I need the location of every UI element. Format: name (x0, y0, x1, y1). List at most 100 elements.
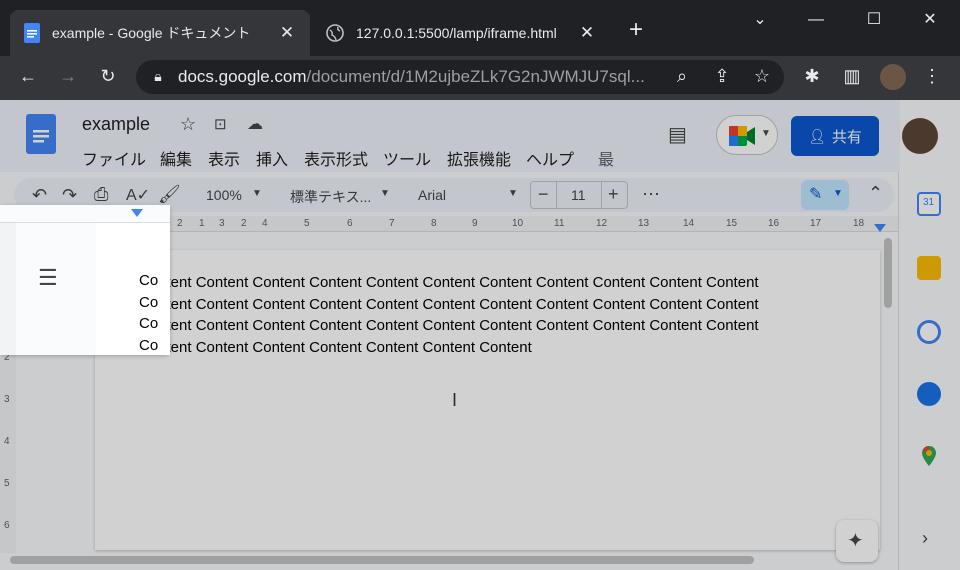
horizontal-scrollbar[interactable] (10, 556, 754, 564)
comment-history-icon[interactable]: ▤ (668, 122, 687, 147)
ruler-number: 12 (596, 218, 608, 229)
maximize-icon[interactable]: ☐ (846, 0, 902, 40)
zoom-icon[interactable]: ⌕ (668, 62, 696, 90)
docs-logo-icon[interactable] (26, 114, 56, 154)
move-folder-icon[interactable]: ⊡ (214, 115, 227, 133)
close-window-icon[interactable]: ✕ (902, 0, 958, 40)
ruler-number: 15 (726, 218, 738, 229)
google-docs-icon (24, 23, 40, 43)
paint-format-icon[interactable]: 🖌︎ (158, 184, 181, 205)
collapse-menus-icon[interactable]: ⌃ (868, 183, 883, 204)
account-avatar[interactable] (902, 118, 938, 154)
increase-font-size-button[interactable]: + (608, 184, 619, 205)
url-host: docs.google.com (178, 67, 307, 86)
font-size-input[interactable]: 11 (571, 187, 586, 203)
tasks-icon[interactable] (917, 320, 941, 344)
outline-page-edge (96, 223, 170, 355)
menu-edit[interactable]: 編集 (160, 146, 192, 170)
tab-iframe[interactable]: 127.0.0.1:5500/lamp/iframe.html ✕ (312, 10, 610, 56)
contacts-icon[interactable] (917, 382, 941, 406)
extensions-icon[interactable]: ✱ (798, 62, 826, 90)
forward-icon[interactable]: → (54, 62, 82, 90)
tab-strip: example - Google ドキュメント ✕ 127.0.0.1:5500… (0, 0, 960, 56)
maps-icon[interactable] (917, 444, 941, 468)
menu-view[interactable]: 表示 (208, 146, 240, 170)
lock-icon[interactable]: 🔒︎ (144, 62, 172, 90)
editing-mode-button[interactable]: ✎ ▼ (801, 180, 849, 210)
chevron-right-icon[interactable]: › (922, 528, 928, 549)
ruler-number: 11 (554, 218, 565, 229)
outline-icon[interactable]: ☰ (38, 265, 58, 291)
bookmark-star-icon[interactable]: ☆ (748, 62, 776, 90)
zoom-select[interactable]: 100% (206, 187, 242, 203)
more-options-button[interactable]: ⋯ (642, 184, 660, 205)
star-icon[interactable]: ☆ (180, 114, 196, 135)
menu-tools[interactable]: ツール (383, 146, 431, 170)
tab-google-docs[interactable]: example - Google ドキュメント ✕ (10, 10, 310, 56)
google-meet-icon (729, 126, 755, 146)
side-panel-icon[interactable]: ▥ (838, 62, 866, 90)
print-icon[interactable]: ⎙ (94, 184, 108, 205)
ruler-number: 17 (810, 218, 822, 229)
document-body[interactable]: Content Content Content Content Content … (139, 272, 839, 358)
vertical-scrollbar[interactable] (884, 238, 892, 308)
menu-file[interactable]: ファイル (82, 146, 146, 170)
profile-avatar[interactable] (880, 64, 906, 90)
ruler-number: 9 (472, 218, 478, 229)
ruler-number: 1 (199, 218, 205, 229)
decrease-font-size-button[interactable]: − (538, 184, 549, 205)
close-tab-icon[interactable]: ✕ (278, 23, 296, 43)
share-page-icon[interactable]: ⇪ (708, 62, 736, 90)
ruler-number: 4 (4, 436, 10, 447)
chevron-down-icon: ▼ (508, 188, 518, 199)
cloud-saved-icon[interactable]: ☁ (247, 114, 263, 134)
menu-format[interactable]: 表示形式 (304, 146, 368, 170)
last-edit-link[interactable]: 最 (598, 146, 614, 170)
share-button[interactable]: 👤︎ 共有 (791, 116, 879, 156)
menu-help[interactable]: ヘルプ (526, 146, 574, 170)
content-fragment: Co (139, 315, 159, 332)
minimize-icon[interactable]: — (788, 0, 844, 40)
chevron-down-icon: ▼ (833, 188, 843, 199)
calendar-icon[interactable]: 31 (917, 192, 941, 216)
spellcheck-icon[interactable]: A✓ (126, 185, 150, 205)
font-select[interactable]: Arial (418, 187, 446, 203)
screen: example - Google ドキュメント ✕ 127.0.0.1:5500… (0, 0, 960, 570)
ruler-number: 2 (177, 218, 183, 229)
docs-header: example ☆ ⊡ ☁ ファイル 編集 表示 挿入 表示形式 ツール 拡張機… (0, 100, 938, 172)
ruler-number: 5 (4, 478, 10, 489)
document-outline-panel[interactable]: ☰ Co Co Co Co (0, 205, 170, 355)
chrome-menu-icon[interactable]: ⋮ (918, 62, 946, 90)
document-title[interactable]: example (82, 114, 150, 135)
ruler-number: 4 (262, 218, 268, 229)
lock-people-icon: 👤︎ (808, 127, 826, 144)
meet-button[interactable]: ▼ (716, 115, 778, 155)
explore-button[interactable]: ✦ (836, 520, 878, 562)
url-path: /document/d/1M2ujbeZLk7G2nJWMJU7sql... (306, 67, 645, 86)
ruler-number: 14 (683, 218, 695, 229)
sparkle-comment-icon: ✦ (847, 530, 864, 552)
tab-search-icon[interactable]: ⌄ (732, 0, 788, 40)
chevron-down-icon: ▼ (380, 188, 390, 199)
ruler-number: 7 (389, 218, 395, 229)
ruler-number: 10 (512, 218, 524, 229)
ruler-number: 13 (638, 218, 650, 229)
undo-icon[interactable]: ↶ (32, 185, 47, 206)
content-fragment: Co (139, 272, 159, 289)
content-fragment: Co (139, 294, 159, 311)
right-indent-marker[interactable] (874, 224, 886, 232)
content-fragment: Co (139, 337, 159, 354)
redo-icon[interactable]: ↷ (62, 185, 77, 206)
menu-extensions[interactable]: 拡張機能 (447, 146, 511, 170)
paragraph-line: Content Content Content Content Content … (139, 274, 759, 291)
close-tab-icon[interactable]: ✕ (578, 23, 596, 43)
paragraph-style-select[interactable]: 標準テキス... (290, 187, 371, 207)
keep-icon[interactable] (917, 256, 941, 280)
ruler-number: 3 (4, 394, 10, 405)
reload-icon[interactable]: ↻ (94, 62, 122, 90)
ruler-number: 6 (347, 218, 353, 229)
back-icon[interactable]: ← (14, 62, 42, 90)
url-text[interactable]: docs.google.com/document/d/1M2ujbeZLk7G2… (178, 66, 658, 88)
menu-insert[interactable]: 挿入 (256, 146, 288, 170)
new-tab-button[interactable]: + (622, 16, 650, 44)
